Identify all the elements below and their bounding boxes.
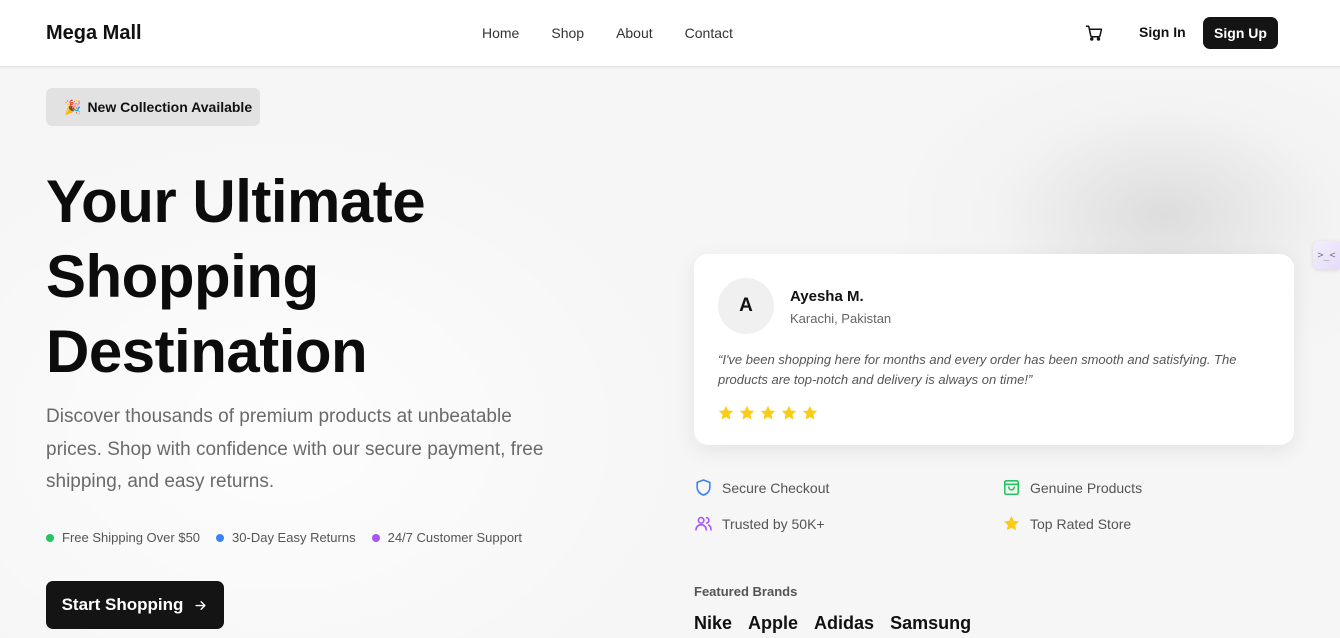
headline-line-3: Destination [46,318,368,385]
hero-description: Discover thousands of premium products a… [46,406,544,492]
new-collection-badge: 🎉 New Collection Available [46,88,260,126]
featured-brands-label: Featured Brands [694,584,798,599]
users-icon [695,516,712,531]
brand-apple[interactable]: Apple [748,613,798,634]
badge-text: New Collection Available [87,99,253,115]
purple-dot-icon [371,533,380,542]
nav-shop[interactable]: Shop [551,25,584,41]
trust-genuine-products: Genuine Products [1002,478,1142,497]
trust-label: Genuine Products [1030,479,1143,496]
blue-dot-icon [216,533,225,542]
nav-contact[interactable]: Contact [685,25,733,41]
trust-top-rated: Top Rated Store [1002,514,1131,533]
star-icon [781,405,797,420]
headline-line-1: Your Ultimate [46,168,426,235]
rating-stars [717,404,819,422]
reviewer-name: Ayesha M. [790,288,864,305]
star-icon [739,405,755,420]
cart-icon[interactable] [1085,24,1103,42]
sign-up-button[interactable]: Sign Up [1203,17,1278,49]
star-icon [802,405,818,420]
feature-easy-returns: 30-Day Easy Returns [216,530,356,545]
trust-label: Trusted by 50K+ [722,515,825,532]
avatar: A [718,278,774,334]
reviewer-location: Karachi, Pakistan [790,311,892,326]
arrow-right-icon [195,600,206,610]
brand-adidas[interactable]: Adidas [814,613,874,634]
feature-list: Free Shipping Over $50 30-Day Easy Retur… [46,530,522,545]
brand-nike[interactable]: Nike [694,613,732,634]
trust-label: Secure Checkout [722,479,830,496]
star-icon [1003,515,1020,531]
trust-label: Top Rated Store [1030,515,1132,532]
sign-in-link[interactable]: Sign In [1139,24,1186,40]
review-card: A Ayesha M. Karachi, Pakistan “I've been… [694,254,1294,445]
feature-label: 30-Day Easy Returns [232,530,356,545]
navbar: Mega Mall Home Shop About Contact Sign I… [0,0,1340,67]
hero-headline: Your Ultimate Shopping Destination [46,164,606,389]
feature-free-shipping: Free Shipping Over $50 [46,530,200,545]
nav-home[interactable]: Home [482,25,519,41]
shopping-bag-icon [1003,479,1020,496]
feature-label: Free Shipping Over $50 [62,530,201,545]
trust-secure-checkout: Secure Checkout [694,478,829,497]
green-dot-icon [46,533,54,542]
cta-label: Start Shopping [61,595,184,614]
main-nav: Home Shop About Contact [482,25,733,41]
trust-users: Trusted by 50K+ [694,514,825,533]
star-icon [718,405,734,420]
side-widget-tab[interactable]: >_< [1313,241,1340,269]
feature-label: 24/7 Customer Support [387,530,522,545]
star-icon [760,405,776,420]
headline-line-2: Shopping [46,243,319,310]
shield-icon [696,479,711,496]
brand-list: Nike Apple Adidas Samsung [694,613,971,634]
start-shopping-button[interactable]: Start Shopping [46,581,224,629]
party-popper-icon: 🎉 [64,98,82,115]
feature-support: 24/7 Customer Support [371,530,522,545]
review-quote: “I've been shopping here for months and … [718,352,1237,387]
nav-about[interactable]: About [616,25,653,41]
site-logo[interactable]: Mega Mall [46,22,142,45]
brand-samsung[interactable]: Samsung [890,613,971,634]
